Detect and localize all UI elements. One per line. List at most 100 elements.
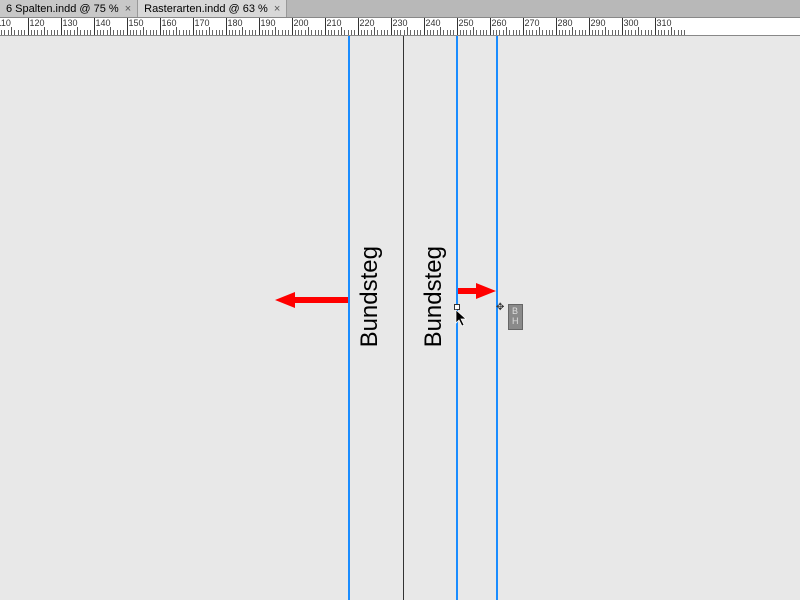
close-icon[interactable]: × (274, 3, 280, 15)
ruler-tick-minor (602, 30, 603, 35)
ruler-tick-minor (186, 30, 187, 35)
close-icon[interactable]: × (125, 3, 131, 15)
ruler-tick-minor (272, 30, 273, 35)
ruler-tick-minor (268, 30, 269, 35)
ruler-tick-minor (625, 30, 626, 35)
ruler-tick-minor (252, 30, 253, 35)
guide-handle[interactable] (454, 304, 460, 310)
ruler-tick-minor (542, 30, 543, 35)
ruler-tick-minor (113, 30, 114, 35)
ruler-label: 190 (259, 18, 276, 28)
ruler-tick-minor (592, 30, 593, 35)
ruler-tick-minor (499, 30, 500, 35)
column-guide-selected[interactable] (496, 36, 498, 600)
ruler-tick-minor (529, 30, 530, 35)
ruler-tick-minor (18, 30, 19, 35)
ruler-tick-minor (11, 27, 12, 35)
ruler-tick-minor (615, 30, 616, 35)
ruler-tick-minor (344, 30, 345, 35)
ruler-tick-minor (572, 27, 573, 35)
ruler-tick-minor (506, 27, 507, 35)
ruler-tick-minor (486, 30, 487, 35)
ruler-tick-minor (338, 30, 339, 35)
ruler-tick-minor (232, 30, 233, 35)
ruler-tick-minor (21, 30, 22, 35)
ruler-tick-minor (509, 30, 510, 35)
ruler-tick-minor (598, 30, 599, 35)
tab-bar: 6 Spalten.indd @ 75 % × Rasterarten.indd… (0, 0, 800, 18)
ruler-label: 250 (457, 18, 474, 28)
ruler-tick-minor (641, 30, 642, 35)
ruler-tick-minor (173, 30, 174, 35)
ruler-tick-minor (229, 30, 230, 35)
tooltip-line2: H (512, 316, 519, 326)
ruler-tick-minor (74, 30, 75, 35)
ruler-tick-minor (427, 30, 428, 35)
ruler-tick-minor (354, 30, 355, 35)
ruler-tick-minor (414, 30, 415, 35)
ruler-tick-minor (176, 27, 177, 35)
ruler-tick-minor (450, 30, 451, 35)
ruler-tick-minor (387, 30, 388, 35)
ruler-tick-minor (117, 30, 118, 35)
ruler-tick-minor (562, 30, 563, 35)
ruler-tick-minor (480, 30, 481, 35)
ruler-tick-minor (526, 30, 527, 35)
arrow-left-icon (275, 292, 295, 308)
ruler-label: 260 (490, 18, 507, 28)
ruler-tick-minor (443, 30, 444, 35)
ruler-tick-minor (219, 30, 220, 35)
ruler-tick-minor (57, 30, 58, 35)
ruler-tick-minor (255, 30, 256, 35)
document-canvas[interactable]: Bundsteg Bundsteg ✥ B H (0, 36, 800, 600)
horizontal-ruler[interactable]: 1001101201301401501601701801902002102202… (0, 18, 800, 36)
ruler-tick-minor (80, 30, 81, 35)
ruler-tick-minor (341, 27, 342, 35)
ruler-label: 210 (325, 18, 342, 28)
ruler-tick-minor (585, 30, 586, 35)
ruler-tick-minor (579, 30, 580, 35)
ruler-tick-minor (51, 30, 52, 35)
ruler-tick-minor (14, 30, 15, 35)
tab-6spalten[interactable]: 6 Spalten.indd @ 75 % × (0, 0, 138, 17)
ruler-tick-minor (618, 30, 619, 35)
ruler-tick-minor (301, 30, 302, 35)
ruler-tick-minor (212, 30, 213, 35)
ruler-tick-minor (275, 27, 276, 35)
ruler-label: 170 (193, 18, 210, 28)
arrow-right-icon (476, 283, 496, 299)
tab-rasterarten[interactable]: Rasterarten.indd @ 63 % × (138, 0, 287, 17)
ruler-label: 150 (127, 18, 144, 28)
ruler-tick-minor (460, 30, 461, 35)
ruler-tick-minor (671, 27, 672, 35)
ruler-tick-minor (447, 30, 448, 35)
ruler-tick-minor (97, 30, 98, 35)
ruler-tick-minor (67, 30, 68, 35)
ruler-label: 220 (358, 18, 375, 28)
ruler-tick-minor (463, 30, 464, 35)
ruler-tick-minor (202, 30, 203, 35)
ruler-tick-minor (466, 30, 467, 35)
ruler-tick-minor (315, 30, 316, 35)
ruler-tick-minor (209, 27, 210, 35)
ruler-tick-minor (183, 30, 184, 35)
ruler-tick-minor (417, 30, 418, 35)
column-guide[interactable] (348, 36, 350, 600)
ruler-tick-minor (595, 30, 596, 35)
tooltip-line1: B (512, 306, 518, 316)
ruler-tick-minor (308, 27, 309, 35)
ruler-tick-minor (681, 30, 682, 35)
ruler-tick-minor (216, 30, 217, 35)
ruler-tick-minor (24, 30, 25, 35)
ruler-tick-minor (549, 30, 550, 35)
ruler-tick-minor (282, 30, 283, 35)
ruler-label: 270 (523, 18, 540, 28)
ruler-label: 160 (160, 18, 177, 28)
ruler-tick-minor (265, 30, 266, 35)
ruler-tick-minor (661, 30, 662, 35)
ruler-tick-minor (179, 30, 180, 35)
ruler-tick-minor (90, 30, 91, 35)
ruler-tick-minor (166, 30, 167, 35)
ruler-tick-minor (100, 30, 101, 35)
column-guide[interactable] (456, 36, 458, 600)
